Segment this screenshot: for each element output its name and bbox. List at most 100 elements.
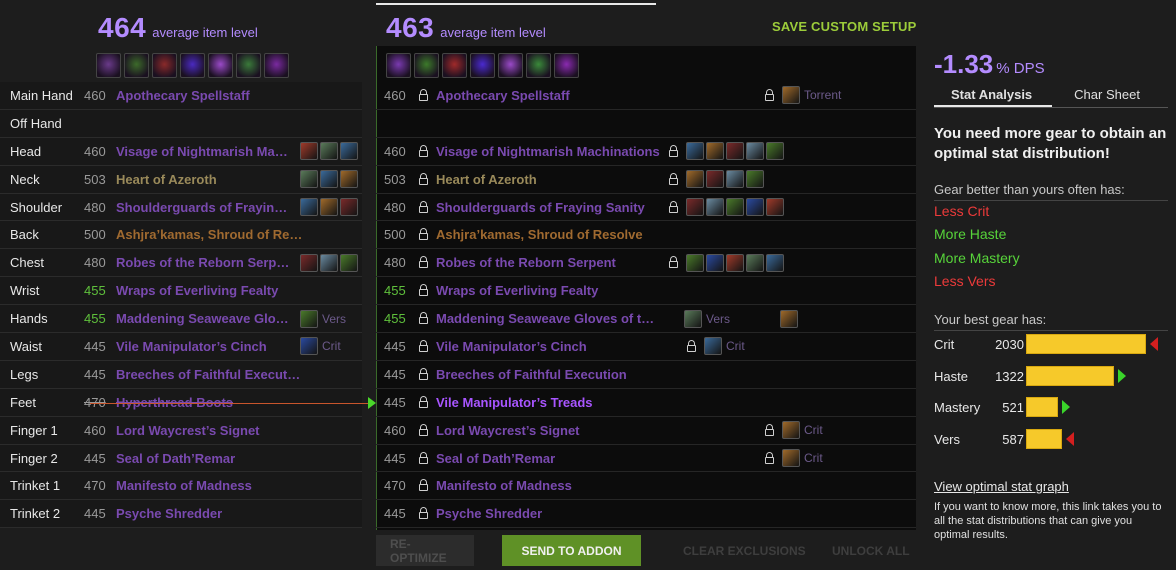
item-name[interactable]: Visage of Nightmarish Mac… <box>116 144 294 159</box>
optimized-gear-row[interactable]: 503 Heart of Azeroth <box>376 166 916 194</box>
gem-lock-icon[interactable] <box>666 172 680 186</box>
lock-icon[interactable] <box>416 479 430 493</box>
lock-icon[interactable] <box>416 144 430 158</box>
clear-exclusions-button[interactable]: CLEAR EXCLUSIONS <box>669 535 820 566</box>
optimized-gear-row[interactable]: 455 Wraps of Everliving Fealty <box>376 277 916 306</box>
optimized-gear-row[interactable]: 460 Lord Waycrest’s Signet Crit <box>376 417 916 445</box>
save-custom-setup-button[interactable]: SAVE CUSTOM SETUP <box>772 19 917 34</box>
current-gear-row[interactable]: Wrist 455 Wraps of Everliving Fealty <box>0 277 362 306</box>
optimized-essence-icon[interactable] <box>470 53 495 78</box>
lock-icon[interactable] <box>416 451 430 465</box>
current-gear-row[interactable]: Finger 1 460 Lord Waycrest’s Signet <box>0 416 362 445</box>
current-gear-row[interactable]: Trinket 2 445 Psyche Shredder <box>0 500 362 529</box>
item-name[interactable]: Heart of Azeroth <box>436 172 660 187</box>
item-name[interactable]: Lord Waycrest’s Signet <box>116 423 346 438</box>
item-name[interactable]: Vile Manipulator’s Cinch <box>116 339 294 354</box>
lock-icon[interactable] <box>416 367 430 381</box>
current-gear-row[interactable]: Trinket 1 470 Manifesto of Madness <box>0 472 362 501</box>
item-name[interactable]: Maddening Seaweave Glove… <box>116 311 294 326</box>
current-gear-row[interactable]: Finger 2 445 Seal of Dath’Remar <box>0 444 362 473</box>
optimized-essence-icon[interactable] <box>386 53 411 78</box>
item-name[interactable]: Heart of Azeroth <box>116 172 294 187</box>
current-essence-icon[interactable] <box>264 53 289 78</box>
gem-lock-icon[interactable] <box>762 451 776 465</box>
item-name[interactable]: Lord Waycrest’s Signet <box>436 423 660 438</box>
item-name[interactable]: Seal of Dath’Remar <box>116 451 346 466</box>
optimized-gear-row[interactable]: 445 Breeches of Faithful Execution <box>376 361 916 389</box>
current-essence-icon[interactable] <box>180 53 205 78</box>
item-name[interactable]: Wraps of Everliving Fealty <box>116 283 346 298</box>
unlock-all-button[interactable]: UNLOCK ALL <box>818 535 924 566</box>
optimized-essence-icon[interactable] <box>526 53 551 78</box>
item-name[interactable]: Manifesto of Madness <box>436 478 660 493</box>
lock-icon[interactable] <box>416 423 430 437</box>
optimized-essence-icon[interactable] <box>442 53 467 78</box>
current-essence-icon[interactable] <box>152 53 177 78</box>
optimized-gear-row[interactable]: 480 Robes of the Reborn Serpent <box>376 249 916 278</box>
optimized-gear-row[interactable]: 455 Maddening Seaweave Gloves of the … Ver… <box>376 305 916 334</box>
lock-icon[interactable] <box>416 312 430 326</box>
current-essence-icon[interactable] <box>96 53 121 78</box>
item-name[interactable]: Shoulderguards of Fraying Sanity <box>436 200 660 215</box>
current-gear-row[interactable]: Hands 455 Maddening Seaweave Glove… Vers <box>0 305 362 334</box>
current-gear-row[interactable]: Back 500 Ashjra’kamas, Shroud of Re… <box>0 221 362 250</box>
current-gear-row[interactable]: Head 460 Visage of Nightmarish Mac… <box>0 137 362 166</box>
item-name[interactable]: Ashjra’kamas, Shroud of Resolve <box>436 227 660 242</box>
gem-lock-icon[interactable] <box>666 200 680 214</box>
current-essence-icon[interactable] <box>236 53 261 78</box>
optimized-gear-row[interactable]: 445 Seal of Dath’Remar Crit <box>376 445 916 473</box>
lock-icon[interactable] <box>416 172 430 186</box>
current-essence-icon[interactable] <box>208 53 233 78</box>
item-name[interactable]: Maddening Seaweave Gloves of the … <box>436 311 660 326</box>
optimized-gear-row[interactable]: 460 Visage of Nightmarish Machinations <box>376 138 916 166</box>
item-name[interactable]: Apothecary Spellstaff <box>436 88 660 103</box>
optimized-essence-icon[interactable] <box>498 53 523 78</box>
optimized-gear-row[interactable]: 470 Manifesto of Madness <box>376 472 916 501</box>
item-name[interactable]: Psyche Shredder <box>436 506 660 521</box>
lock-icon[interactable] <box>416 88 430 102</box>
item-name[interactable]: Robes of the Reborn Serpent <box>436 255 660 270</box>
tab-stat-analysis[interactable]: Stat Analysis <box>934 86 1053 107</box>
current-gear-row[interactable]: Off Hand <box>0 109 362 138</box>
current-gear-row[interactable]: Neck 503 Heart of Azeroth <box>0 165 362 194</box>
gem-lock-icon[interactable] <box>762 423 776 437</box>
item-name[interactable]: Manifesto of Madness <box>116 478 346 493</box>
current-gear-row[interactable]: Main Hand 460 Apothecary Spellstaff <box>0 82 362 110</box>
optimized-gear-row[interactable]: 445 Vile Manipulator’s Cinch Crit <box>376 333 916 361</box>
lock-icon[interactable] <box>416 200 430 214</box>
current-gear-row[interactable]: Shoulder 480 Shoulderguards of Fraying … <box>0 193 362 222</box>
optimized-essence-icon[interactable] <box>554 53 579 78</box>
tab-char-sheet[interactable]: Char Sheet <box>1074 86 1140 107</box>
lock-icon[interactable] <box>416 228 430 242</box>
optimized-gear-row[interactable]: 480 Shoulderguards of Fraying Sanity <box>376 194 916 222</box>
item-name[interactable]: Breeches of Faithful Execution <box>436 367 660 382</box>
item-name[interactable]: Seal of Dath’Remar <box>436 451 660 466</box>
optimized-gear-row[interactable]: 445 Vile Manipulator’s Treads <box>376 389 916 417</box>
gem-lock-icon[interactable] <box>762 88 776 102</box>
item-name[interactable]: Apothecary Spellstaff <box>116 88 346 103</box>
optimized-gear-row[interactable]: 445 Psyche Shredder <box>376 500 916 529</box>
optimized-essence-icon[interactable] <box>414 53 439 78</box>
reoptimize-button[interactable]: RE-OPTIMIZE <box>376 535 474 566</box>
optimized-gear-row[interactable]: 460 Apothecary Spellstaff Torrent <box>376 82 916 110</box>
item-name[interactable]: Robes of the Reborn Serpent <box>116 255 294 270</box>
optimized-gear-row[interactable]: 500 Ashjra’kamas, Shroud of Resolve <box>376 221 916 250</box>
gem-lock-icon[interactable] <box>666 144 680 158</box>
current-essence-icon[interactable] <box>124 53 149 78</box>
lock-icon[interactable] <box>416 339 430 353</box>
item-name[interactable]: Shoulderguards of Fraying … <box>116 200 294 215</box>
lock-icon[interactable] <box>416 507 430 521</box>
item-name[interactable]: Visage of Nightmarish Machinations <box>436 144 660 159</box>
item-name[interactable]: Wraps of Everliving Fealty <box>436 283 660 298</box>
optimized-gear-row[interactable] <box>376 110 916 138</box>
item-name[interactable]: Ashjra’kamas, Shroud of Re… <box>116 227 346 242</box>
gem-lock-icon[interactable] <box>666 256 680 270</box>
lock-icon[interactable] <box>416 256 430 270</box>
current-gear-row[interactable]: Chest 480 Robes of the Reborn Serpent <box>0 249 362 278</box>
item-name[interactable]: Psyche Shredder <box>116 506 346 521</box>
lock-icon[interactable] <box>416 284 430 298</box>
view-stat-graph-link[interactable]: View optimal stat graph <box>934 479 1069 494</box>
current-gear-row[interactable]: Legs 445 Breeches of Faithful Execut… <box>0 360 362 389</box>
lock-icon[interactable] <box>416 395 430 409</box>
item-name[interactable]: Vile Manipulator’s Cinch <box>436 339 660 354</box>
